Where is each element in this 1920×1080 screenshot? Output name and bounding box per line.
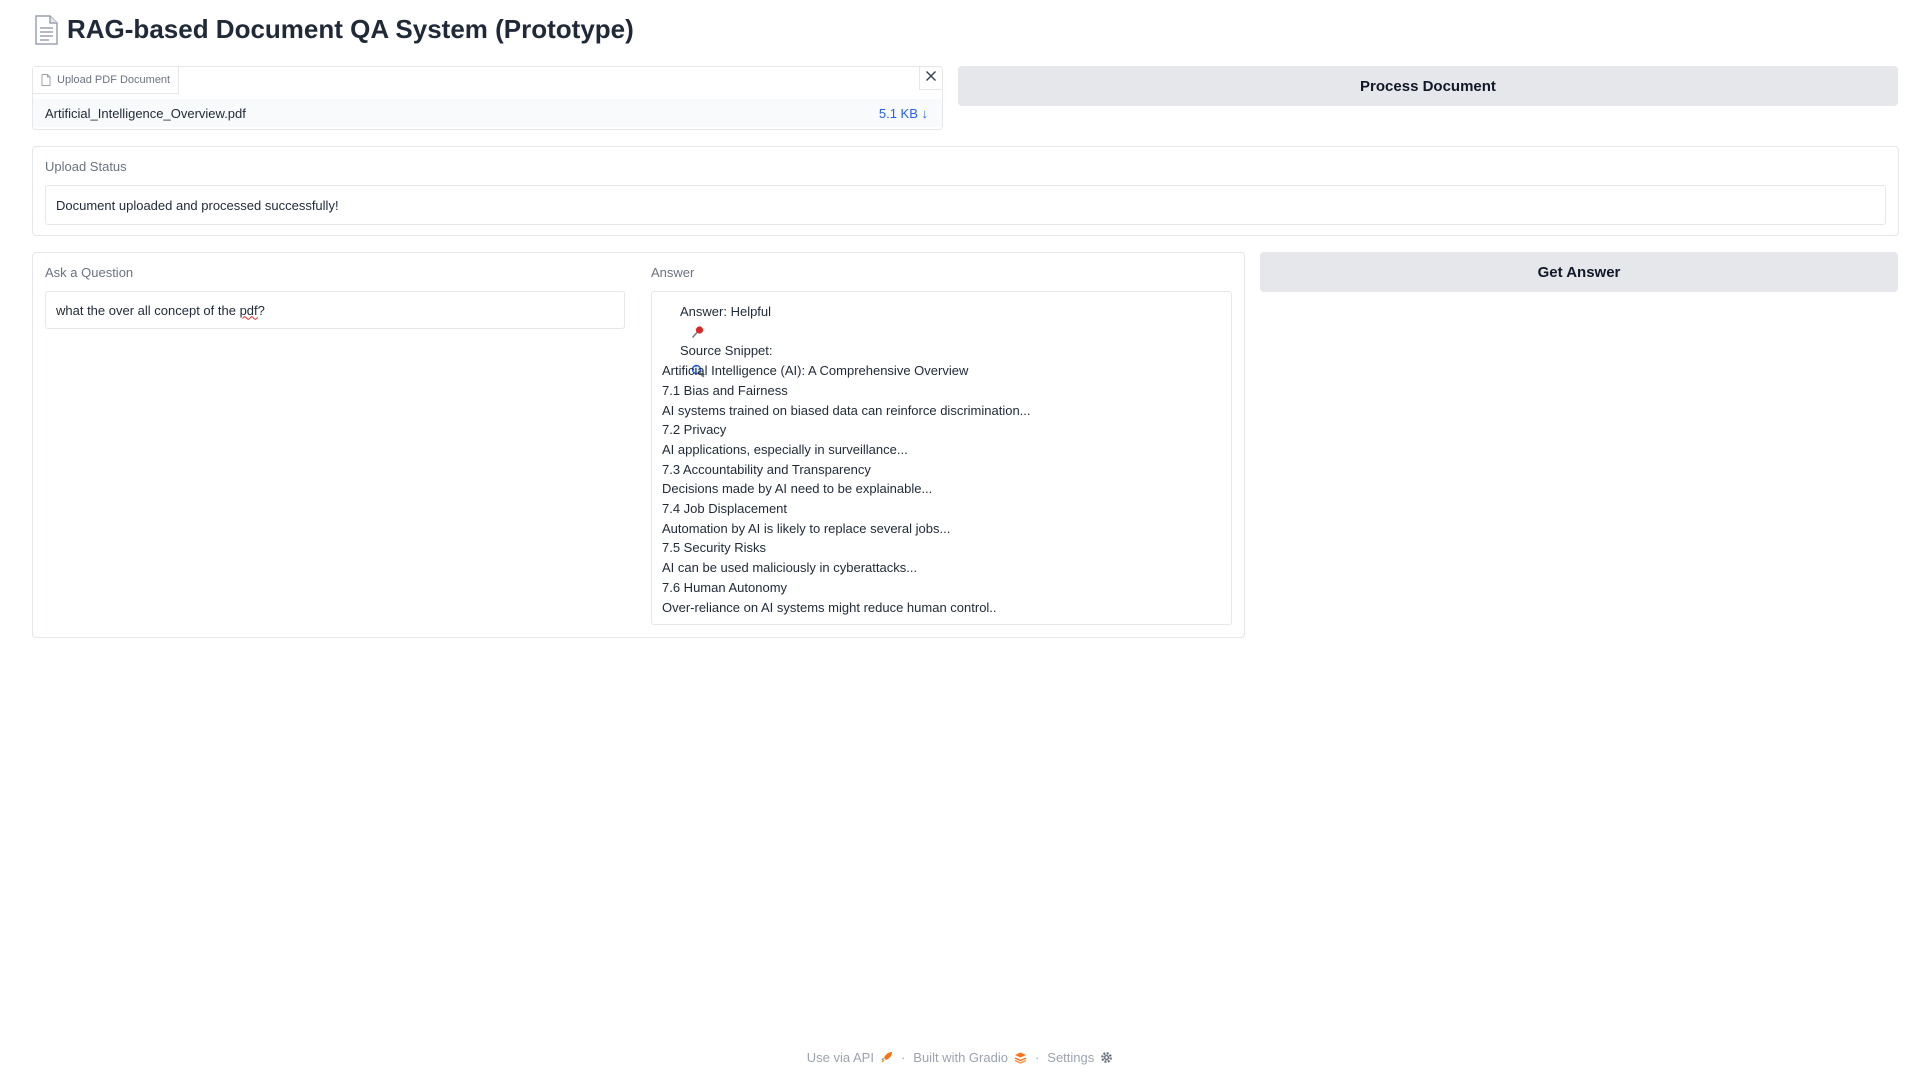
magnifier-icon [662,344,705,378]
settings-link[interactable]: Settings [1047,1050,1113,1065]
upload-status-field[interactable]: Document uploaded and processed successf… [45,185,1886,225]
gradio-logo-icon [1014,1051,1027,1064]
file-name: Artificial_Intelligence_Overview.pdf [45,105,246,121]
file-upload-label: Upload PDF Document [33,67,180,94]
rocket-icon [880,1051,893,1064]
answer-output[interactable]: Answer: Helpful Source Snippet: Artifici… [651,291,1232,625]
page-title-text: RAG-based Document QA System (Prototype) [67,14,634,44]
use-via-api-link[interactable]: Use via API [807,1050,893,1065]
answer-line: Decisions made by AI need to be explaina… [662,481,933,497]
answer-line: Answer: Helpful [662,302,1221,338]
uploaded-file-row: Artificial_Intelligence_Overview.pdf 5.1… [33,99,942,127]
file-icon [41,74,51,86]
page-document-icon [33,14,59,45]
upload-status-panel: Upload Status Document uploaded and proc… [32,146,1899,236]
answer-line: Automation by AI is likely to replace se… [662,520,951,536]
answer-line: 7.3 Accountability and Transparency [662,461,871,477]
close-icon [925,69,937,87]
answer-line: Source Snippet: [662,341,1221,378]
answer-line: AI applications, especially in surveilla… [662,441,908,457]
file-upload[interactable]: Upload PDF Document Artificial_Intellige… [32,66,943,130]
answer-line: 7.2 Privacy [662,422,727,438]
question-text: what the over all concept of the pdf? [56,302,265,318]
upload-status-label: Upload Status [45,159,127,174]
file-upload-label-text: Upload PDF Document [57,74,171,86]
question-label: Ask a Question [45,265,134,280]
clear-file-button[interactable] [919,67,942,90]
gear-icon [1100,1051,1113,1064]
answer-line: Over-reliance on AI systems might reduce… [662,599,997,615]
file-download-link[interactable]: 5.1 KB ↓ [879,106,928,121]
answer-line: 7.5 Security Risks [662,540,767,556]
answer-line: Artificial Intelligence (AI): A Comprehe… [662,363,969,379]
answer-line [662,322,1221,342]
answer-line: AI can be used maliciously in cyberattac… [662,560,918,576]
answer-label: Answer [651,265,695,280]
answer-line: 7.4 Job Displacement [662,501,788,517]
answer-line: AI systems trained on biased data can re… [662,402,1031,418]
built-with-gradio-link[interactable]: Built with Gradio [913,1050,1027,1065]
misspelled-word: pdf [239,302,258,318]
footer: Use via API · Built with Gradio · Settin… [0,1050,1920,1065]
answer-line: 7.1 Bias and Fairness [662,382,788,398]
answer-line: 7.6 Human Autonomy [662,579,788,595]
page-title: RAG-based Document QA System (Prototype) [33,14,634,45]
qa-panel: Ask a Question what the over all concept… [32,252,1245,638]
footer-separator: · [900,1050,906,1065]
question-input[interactable]: what the over all concept of the pdf? [45,291,625,329]
pushpin-icon [662,305,704,338]
get-answer-button[interactable]: Get Answer [1260,252,1898,292]
footer-separator: · [1034,1050,1040,1065]
process-document-button[interactable]: Process Document [958,66,1898,106]
